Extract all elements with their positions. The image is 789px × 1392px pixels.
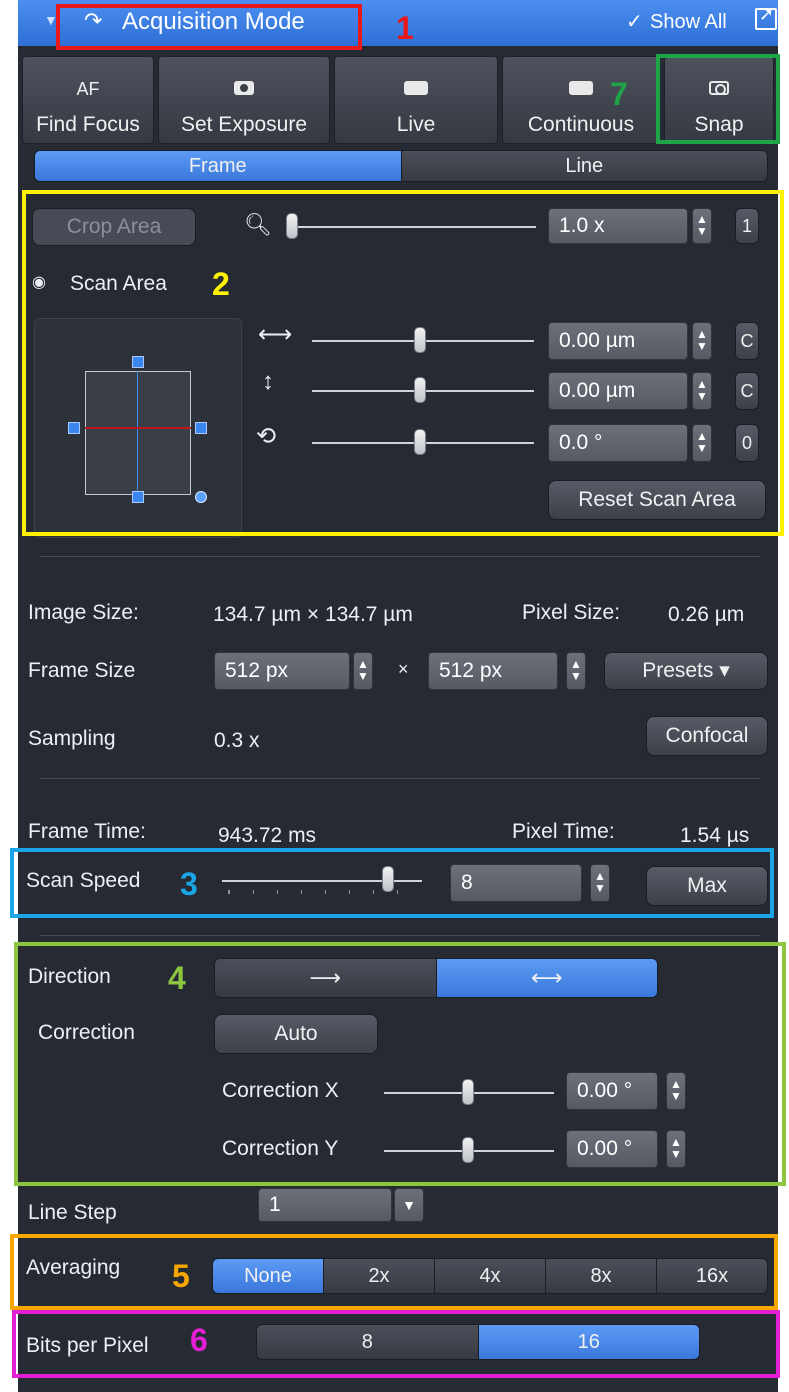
line-step-dropdown-icon[interactable]: ▼ xyxy=(394,1188,424,1222)
annotation-box-1 xyxy=(56,4,362,50)
pixel-time-label: Pixel Time: xyxy=(512,820,615,843)
find-focus-button[interactable]: AF Find Focus xyxy=(22,56,154,144)
live-label: Live xyxy=(396,113,436,136)
frame-time-value: 943.72 ms xyxy=(218,824,317,847)
frame-size-x-field[interactable]: 512 px xyxy=(214,652,350,690)
line-step-select[interactable]: 1 xyxy=(258,1188,392,1222)
annotation-box-3 xyxy=(10,848,774,918)
presets-dropdown[interactable]: Presets ▾ xyxy=(604,652,768,690)
sampling-value: 0.3 x xyxy=(214,729,260,752)
annotation-box-2 xyxy=(22,190,784,536)
annotation-number-3: 3 xyxy=(180,866,198,902)
set-exposure-label: Set Exposure xyxy=(180,113,308,136)
divider xyxy=(40,935,760,936)
set-exposure-button[interactable]: Set Exposure xyxy=(158,56,330,144)
divider xyxy=(40,556,760,557)
annotation-number-5: 5 xyxy=(172,1258,190,1294)
sampling-label: Sampling xyxy=(28,727,116,750)
pixel-size-label: Pixel Size: xyxy=(522,601,621,624)
annotation-number-6: 6 xyxy=(190,1322,208,1358)
scan-mode-frame[interactable]: Frame xyxy=(35,151,402,181)
annotation-box-7 xyxy=(656,54,780,144)
checkmark-icon[interactable]: ✓ xyxy=(626,9,643,34)
continuous-button[interactable]: Continuous xyxy=(502,56,660,144)
scan-mode-switch: Frame Line xyxy=(34,150,768,182)
annotation-box-6 xyxy=(12,1310,780,1378)
continuous-video-icon xyxy=(569,81,593,95)
frame-time-label: Frame Time: xyxy=(28,820,146,843)
popout-icon[interactable] xyxy=(755,4,777,30)
video-icon xyxy=(404,81,428,95)
af-label: AF xyxy=(76,79,100,99)
pixel-size-value: 0.26 µm xyxy=(668,603,745,626)
frame-size-x-stepper[interactable]: ▲ ▼ xyxy=(353,652,373,690)
divider xyxy=(40,778,760,779)
camera-icon xyxy=(234,81,254,95)
annotation-number-1: 1 xyxy=(396,10,414,46)
annotation-box-5 xyxy=(10,1234,778,1310)
annotation-number-4: 4 xyxy=(168,960,186,996)
live-button[interactable]: Live xyxy=(334,56,498,144)
annotation-box-4 xyxy=(14,942,786,1186)
times-sign: × xyxy=(398,659,409,679)
line-step-label: Line Step xyxy=(28,1201,117,1224)
image-size-value: 134.7 µm × 134.7 µm xyxy=(213,603,413,626)
scan-mode-line[interactable]: Line xyxy=(401,151,767,181)
frame-size-y-stepper[interactable]: ▲ ▼ xyxy=(566,652,586,690)
pixel-time-value: 1.54 µs xyxy=(680,824,750,847)
confocal-button[interactable]: Confocal xyxy=(646,716,768,756)
find-focus-label: Find Focus xyxy=(36,113,140,136)
frame-size-label: Frame Size xyxy=(28,659,136,682)
image-size-label: Image Size: xyxy=(28,601,139,624)
annotation-number-7: 7 xyxy=(610,76,628,112)
continuous-label: Continuous xyxy=(527,113,635,136)
show-all-toggle[interactable]: Show All xyxy=(650,11,727,34)
annotation-number-2: 2 xyxy=(212,266,230,302)
frame-size-y-field[interactable]: 512 px xyxy=(428,652,558,690)
